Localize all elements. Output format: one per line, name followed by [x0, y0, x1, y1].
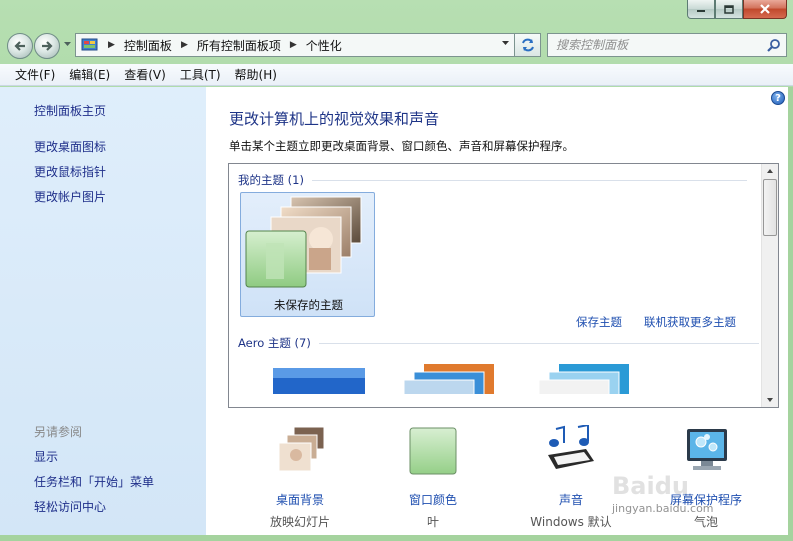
back-arrow-icon [14, 41, 25, 51]
group-divider [311, 179, 747, 181]
desktop-background-value: 放映幻灯片 [269, 515, 330, 529]
address-bar[interactable]: ▶ 控制面板 ▶ 所有控制面板项 ▶ 个性化 [75, 33, 515, 57]
help-button[interactable]: ? [771, 91, 785, 105]
theme-list[interactable]: 我的主题 (1) 未保存的主题 保存主题 联机获取更多主题 Aero 主题 (7… [228, 163, 779, 408]
search-input[interactable] [556, 38, 756, 52]
menu-view[interactable]: 查看(V) [117, 66, 173, 83]
menu-edit[interactable]: 编辑(E) [62, 66, 117, 83]
menu-bar: 文件(F) 编辑(E) 查看(V) 工具(T) 帮助(H) [0, 64, 793, 86]
my-themes-heading-text: 我的主题 (1) [238, 173, 304, 187]
control-panel-icon [81, 37, 99, 53]
aero-theme-thumbnail[interactable] [394, 360, 504, 394]
minimize-icon [697, 10, 705, 12]
window-color-label[interactable]: 窗口颜色 [373, 491, 493, 508]
search-icon[interactable] [767, 39, 780, 52]
breadcrumb-all-items[interactable]: 所有控制面板项 [197, 37, 281, 54]
page-description: 单击某个主题立即更改桌面背景、窗口颜色、声音和屏幕保护程序。 [229, 139, 574, 153]
navigation-bar: ▶ 控制面板 ▶ 所有控制面板项 ▶ 个性化 [0, 28, 793, 62]
scroll-down-icon[interactable] [766, 397, 774, 403]
maximize-button[interactable] [715, 0, 743, 19]
search-box[interactable] [547, 33, 787, 57]
desktop-background-icon [278, 426, 325, 472]
sidebar-link-display[interactable]: 显示 [34, 448, 58, 465]
aero-themes-heading: Aero 主题 (7) [238, 335, 759, 351]
theme-list-scrollbar[interactable] [761, 164, 778, 407]
breadcrumb-control-panel[interactable]: 控制面板 [124, 37, 172, 54]
scrollbar-thumb[interactable] [763, 179, 777, 236]
breadcrumb-personalization[interactable]: 个性化 [306, 37, 342, 54]
scroll-up-icon[interactable] [766, 168, 774, 174]
group-divider [318, 342, 759, 344]
desktop-background-item[interactable]: 桌面背景 放映幻灯片 [240, 425, 360, 535]
menu-tools[interactable]: 工具(T) [173, 66, 228, 83]
back-button[interactable] [7, 33, 33, 59]
breadcrumb: ▶ 控制面板 ▶ 所有控制面板项 ▶ 个性化 [99, 37, 342, 54]
sidebar-link-change-mouse-pointers[interactable]: 更改鼠标指针 [34, 163, 106, 180]
help-icon: ? [775, 92, 781, 104]
sidebar-link-taskbar-start-menu[interactable]: 任务栏和「开始」菜单 [34, 473, 154, 490]
theme-preview-thumbnail [245, 196, 362, 288]
unsaved-theme-tile[interactable]: 未保存的主题 [240, 192, 375, 317]
window-color-item[interactable]: 窗口颜色 叶 [373, 425, 493, 535]
recent-pages-dropdown-icon[interactable] [63, 41, 72, 47]
close-button[interactable] [743, 0, 787, 19]
sidebar-link-ease-of-access[interactable]: 轻松访问中心 [34, 498, 106, 515]
get-more-themes-link[interactable]: 联机获取更多主题 [644, 314, 736, 330]
maximize-icon [724, 4, 734, 14]
sidebar-link-change-account-picture[interactable]: 更改帐户图片 [34, 188, 106, 205]
desktop-background-label[interactable]: 桌面背景 [240, 491, 360, 508]
my-themes-heading: 我的主题 (1) [238, 172, 747, 188]
unsaved-theme-label: 未保存的主题 [274, 298, 343, 312]
address-dropdown-icon[interactable] [501, 40, 510, 46]
window-color-value: 叶 [426, 515, 439, 529]
menu-file[interactable]: 文件(F) [8, 66, 62, 83]
forward-arrow-icon [42, 41, 53, 51]
caption-buttons [687, 0, 787, 19]
sidebar-link-control-panel-home[interactable]: 控制面板主页 [34, 102, 106, 119]
close-icon [760, 4, 770, 14]
aero-theme-thumbnail[interactable] [269, 364, 369, 394]
screen-saver-value: 气泡 [693, 515, 718, 529]
watermark-url: jingyan.baidu.com [612, 502, 714, 515]
sounds-icon [548, 425, 594, 469]
minimize-button[interactable] [687, 0, 715, 19]
breadcrumb-separator-icon[interactable]: ▶ [181, 40, 188, 50]
menu-help[interactable]: 帮助(H) [228, 66, 284, 83]
page-title: 更改计算机上的视觉效果和声音 [229, 110, 440, 128]
save-theme-link[interactable]: 保存主题 [576, 314, 622, 330]
refresh-icon [521, 38, 534, 52]
sidebar-link-change-desktop-icons[interactable]: 更改桌面图标 [34, 138, 106, 155]
see-also-heading: 另请参阅 [34, 425, 83, 439]
refresh-button[interactable] [515, 33, 541, 57]
breadcrumb-separator-icon[interactable]: ▶ [108, 40, 115, 50]
baidu-watermark-text: Baidu [612, 472, 689, 500]
forward-button[interactable] [34, 33, 60, 59]
aero-themes-heading-text: Aero 主题 (7) [238, 336, 311, 350]
window-frame-right [788, 87, 793, 541]
baidu-watermark-logo: Baidu [612, 472, 689, 500]
sidebar: 控制面板主页 更改桌面图标 更改鼠标指针 更改帐户图片 另请参阅 显示 任务栏和… [0, 87, 206, 535]
window-frame-bottom [0, 535, 793, 541]
breadcrumb-separator-icon[interactable]: ▶ [290, 40, 297, 50]
window-color-icon [409, 427, 457, 475]
sounds-value: Windows 默认 [530, 515, 612, 529]
aero-theme-thumbnail[interactable] [529, 360, 639, 394]
